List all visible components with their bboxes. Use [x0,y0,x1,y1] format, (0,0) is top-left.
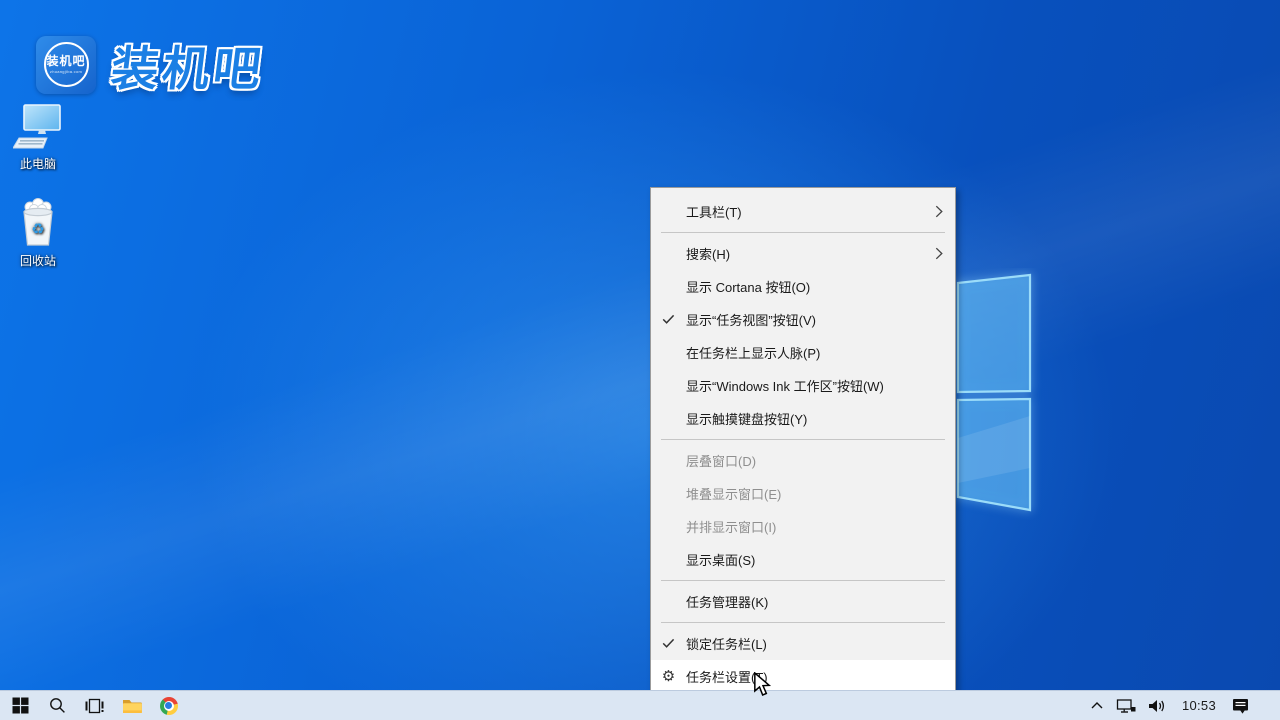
menu-separator [661,439,945,440]
start-button[interactable] [2,691,39,720]
this-pc-icon [13,102,63,152]
menu-separator [661,580,945,581]
desktop-icon-label: 此电脑 [0,155,76,172]
brand-title: 装机吧 [108,30,269,99]
brand-badge-circle: 装机吧 zhuangjiba.com [44,42,89,87]
volume-tray-button[interactable] [1142,691,1173,720]
taskbar-search-button[interactable] [39,691,76,720]
menu-item-search[interactable]: 搜索(H) [651,237,955,270]
menu-item-toolbars[interactable]: 工具栏(T) [651,195,955,228]
brand-badge-icon: 装机吧 zhuangjiba.com [36,36,96,94]
svg-text:♻: ♻ [31,220,44,238]
chrome-button[interactable] [150,691,187,720]
gear-icon: ⚙ [651,669,686,684]
menu-item-label: 显示触摸键盘按钮(Y) [686,409,947,428]
taskbar: 10:53 [0,690,1280,720]
menu-item-lock-taskbar[interactable]: 锁定任务栏(L) [651,627,955,660]
menu-item-show-task-view-button[interactable]: 显示“任务视图”按钮(V) [651,303,955,336]
submenu-arrow-icon [929,205,947,218]
menu-item-label: 并排显示窗口(I) [686,517,947,536]
menu-item-task-manager[interactable]: 任务管理器(K) [651,585,955,618]
action-center-icon [1231,697,1250,715]
menu-item-show-touch-keyboard-button[interactable]: 显示触摸键盘按钮(Y) [651,402,955,435]
submenu-arrow-icon [929,247,947,260]
menu-item-label: 堆叠显示窗口(E) [686,484,947,503]
brand-badge-title: 装机吧 [46,55,85,68]
menu-item-label: 显示“任务视图”按钮(V) [686,310,947,329]
recycle-bin-icon: ♻ [13,197,63,249]
menu-item-label: 层叠窗口(D) [686,451,947,470]
menu-item-show-windows-stacked: 堆叠显示窗口(E) [651,477,955,510]
checkmark-icon [651,314,686,325]
clock[interactable]: 10:53 [1173,698,1225,713]
checkmark-icon [651,638,686,649]
menu-item-taskbar-settings[interactable]: ⚙任务栏设置(T) [651,660,955,693]
menu-item-label: 任务管理器(K) [686,592,947,611]
network-icon [1116,698,1136,714]
volume-icon [1148,698,1167,714]
menu-item-label: 搜索(H) [686,244,929,263]
chevron-up-icon [1090,700,1104,711]
taskbar-context-menu: 工具栏(T) 搜索(H) 显示 Cortana 按钮(O) 显示“任务视图”按钮(V)… [650,187,956,700]
menu-item-show-windows-ink-workspace-button[interactable]: 显示“Windows Ink 工作区”按钮(W) [651,369,955,402]
show-hidden-icons-button[interactable] [1084,691,1110,720]
file-explorer-button[interactable] [113,691,150,720]
windows-logo-wallpaper [950,268,1042,520]
menu-item-show-windows-side-by-side: 并排显示窗口(I) [651,510,955,543]
menu-separator [661,622,945,623]
menu-item-label: 显示桌面(S) [686,550,947,569]
menu-item-label: 工具栏(T) [686,202,929,221]
search-icon [49,697,66,714]
system-tray: 10:53 [1084,691,1280,720]
menu-item-show-people-on-taskbar[interactable]: 在任务栏上显示人脉(P) [651,336,955,369]
brand-badge-subtitle: zhuangjiba.com [50,69,82,74]
menu-item-show-desktop[interactable]: 显示桌面(S) [651,543,955,576]
show-desktop-edge[interactable] [1256,691,1280,720]
desktop-icon-recycle-bin[interactable]: ♻ 回收站 [0,197,76,269]
task-view-button[interactable] [76,691,113,720]
menu-item-show-cortana-button[interactable]: 显示 Cortana 按钮(O) [651,270,955,303]
wallpaper-light-beam [0,0,1280,720]
chrome-icon [160,697,178,715]
file-explorer-icon [122,698,142,714]
menu-item-label: 任务栏设置(T) [686,667,947,686]
menu-item-label: 在任务栏上显示人脉(P) [686,343,947,362]
desktop: 装机吧 zhuangjiba.com 装机吧 此电脑 [0,0,1280,720]
windows-start-icon [12,697,29,714]
task-view-icon [85,698,104,714]
menu-item-label: 锁定任务栏(L) [686,634,947,653]
brand-logo: 装机吧 zhuangjiba.com 装机吧 [36,30,265,99]
menu-item-label: 显示“Windows Ink 工作区”按钮(W) [686,376,947,395]
menu-item-label: 显示 Cortana 按钮(O) [686,277,947,296]
desktop-icon-this-pc[interactable]: 此电脑 [0,102,76,172]
action-center-button[interactable] [1225,691,1256,720]
desktop-icon-label: 回收站 [0,252,76,269]
menu-separator [661,232,945,233]
network-tray-button[interactable] [1110,691,1142,720]
menu-item-cascade-windows: 层叠窗口(D) [651,444,955,477]
